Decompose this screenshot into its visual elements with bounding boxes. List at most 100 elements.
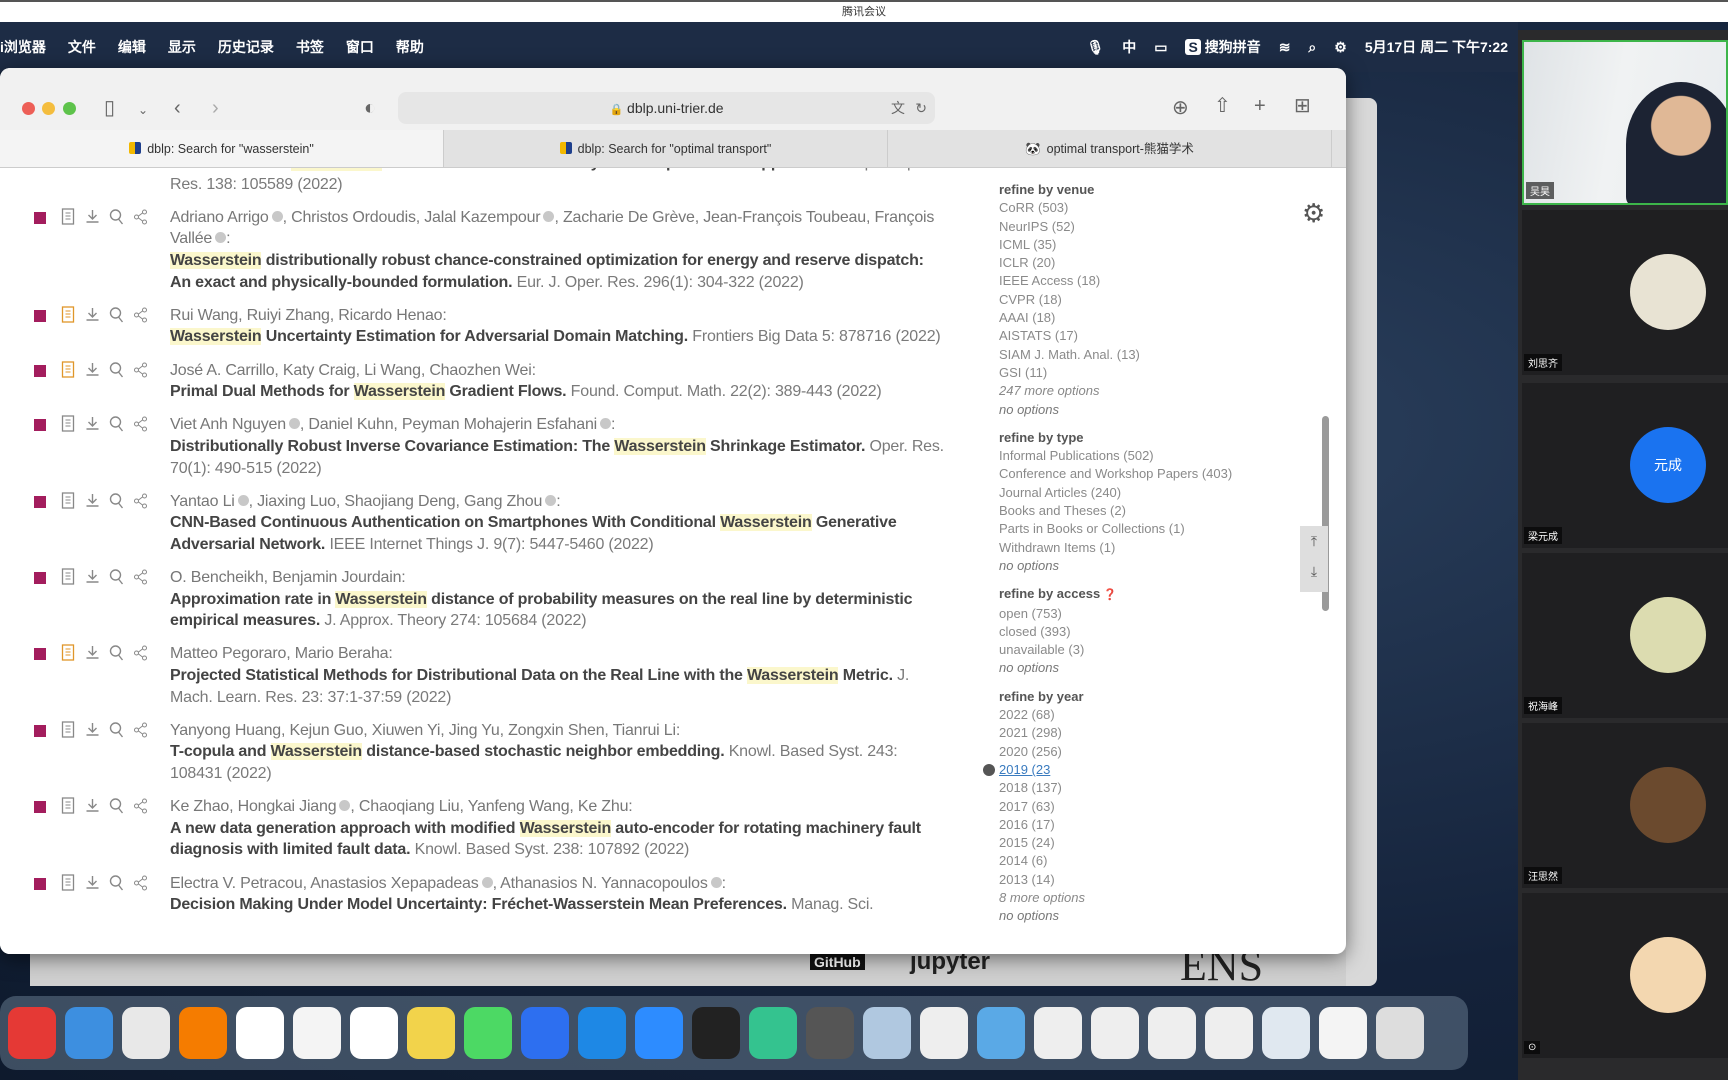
- participant-tile[interactable]: 元成 梁元成: [1522, 383, 1728, 548]
- cited-by-icon[interactable]: [108, 492, 125, 517]
- menu-view[interactable]: 显示: [168, 37, 196, 57]
- dock-app-icon[interactable]: [464, 1007, 512, 1059]
- dock-app-icon[interactable]: [1319, 1007, 1367, 1059]
- participant-tile[interactable]: 吴昊: [1522, 40, 1728, 205]
- author-link[interactable]: Yanfeng Wang: [468, 798, 570, 815]
- author-link[interactable]: Zongxin Shen: [508, 722, 605, 739]
- author-link[interactable]: Ruiyi Zhang: [247, 307, 330, 324]
- dock-app-icon[interactable]: [122, 1007, 170, 1059]
- share-icon[interactable]: [132, 208, 149, 233]
- entry-venue[interactable]: Frontiers Big Data 5: 878716 (2022): [692, 328, 940, 345]
- refine-option[interactable]: 2013 (14): [999, 871, 1232, 889]
- author-link[interactable]: Viet Anh Nguyen: [170, 416, 286, 433]
- menu-edit[interactable]: 编辑: [118, 37, 146, 57]
- cited-by-icon[interactable]: [108, 797, 125, 822]
- share-icon[interactable]: [132, 361, 149, 386]
- menu-file[interactable]: 文件: [68, 37, 96, 57]
- refine-option[interactable]: AAAI (18): [999, 309, 1232, 327]
- refine-option[interactable]: unavailable (3): [999, 641, 1232, 659]
- export-icon[interactable]: [84, 644, 101, 669]
- author-link[interactable]: Gang Zhou: [464, 493, 542, 510]
- dock-app-icon[interactable]: [521, 1007, 569, 1059]
- tab-panda-scholar[interactable]: 🐼 optimal transport-熊猫学术: [888, 130, 1332, 167]
- electronic-edition-icon[interactable]: [60, 360, 77, 386]
- translate-icon[interactable]: 文: [891, 92, 905, 124]
- author-link[interactable]: Katy Craig: [283, 362, 356, 379]
- dock-app-icon[interactable]: [350, 1007, 398, 1059]
- dock-app-icon[interactable]: [407, 1007, 455, 1059]
- export-icon[interactable]: [84, 492, 101, 517]
- refine-option[interactable]: 2021 (298): [999, 724, 1232, 742]
- orcid-icon[interactable]: [271, 210, 283, 222]
- author-link[interactable]: Peyman Mohajerin Esfahani: [402, 416, 597, 433]
- author-link[interactable]: Li Wang: [364, 362, 421, 379]
- export-icon[interactable]: [84, 306, 101, 331]
- author-link[interactable]: Yanyong Huang: [170, 722, 281, 739]
- microphone-icon[interactable]: 🎙: [1086, 39, 1104, 56]
- orcid-icon[interactable]: [710, 876, 722, 888]
- export-icon[interactable]: [84, 721, 101, 746]
- author-link[interactable]: Chaoqiang Liu: [359, 798, 460, 815]
- cited-by-icon[interactable]: [108, 208, 125, 233]
- clock[interactable]: 5月17日 周二 下午7:22: [1365, 37, 1508, 57]
- orcid-icon[interactable]: [288, 418, 300, 430]
- wifi-icon[interactable]: ≋: [1279, 39, 1291, 56]
- more-options-link[interactable]: 247 more options: [999, 382, 1232, 400]
- dock-app-icon[interactable]: [578, 1007, 626, 1059]
- author-link[interactable]: Daniel Kuhn: [308, 416, 393, 433]
- forward-button[interactable]: ›: [212, 98, 219, 118]
- author-link[interactable]: Electra V. Petracou: [170, 875, 303, 892]
- new-tab-button[interactable]: +: [1254, 96, 1266, 116]
- dock-app-icon[interactable]: [1205, 1007, 1253, 1059]
- share-icon[interactable]: [132, 568, 149, 593]
- orcid-icon[interactable]: [545, 494, 557, 506]
- menu-bookmarks[interactable]: 书签: [296, 37, 324, 57]
- electronic-edition-icon[interactable]: [60, 208, 77, 233]
- author-link[interactable]: Adriano Arrigo: [170, 209, 269, 226]
- cited-by-icon[interactable]: [108, 721, 125, 746]
- author-link[interactable]: O. Bencheikh: [170, 569, 264, 586]
- share-icon[interactable]: [132, 492, 149, 517]
- author-link[interactable]: Anastasios Xepapadeas: [310, 875, 479, 892]
- cited-by-icon[interactable]: [108, 644, 125, 669]
- privacy-shield-icon[interactable]: ◐: [364, 98, 376, 118]
- orcid-icon[interactable]: [543, 210, 555, 222]
- participant-tile[interactable]: 汪思然: [1522, 723, 1728, 888]
- refine-option[interactable]: Books and Theses (2): [999, 502, 1232, 520]
- refine-option[interactable]: ICLR (20): [999, 254, 1232, 272]
- dock-app-icon[interactable]: [293, 1007, 341, 1059]
- spotlight-search-icon[interactable]: ⌕: [1308, 39, 1316, 56]
- tab-overview-icon[interactable]: ⊞: [1294, 96, 1311, 116]
- author-link[interactable]: Kejun Guo: [289, 722, 363, 739]
- participant-tile[interactable]: 祝海峰: [1522, 553, 1728, 718]
- refine-option[interactable]: 2018 (137): [999, 779, 1232, 797]
- refine-option[interactable]: GSI (11): [999, 364, 1232, 382]
- chevron-down-icon[interactable]: ⌄: [138, 100, 148, 120]
- electronic-edition-icon[interactable]: [60, 644, 77, 669]
- back-button[interactable]: ‹: [174, 98, 181, 118]
- dock-app-icon[interactable]: [1034, 1007, 1082, 1059]
- battery-icon[interactable]: ▭: [1154, 39, 1167, 56]
- menu-app[interactable]: i浏览器: [0, 37, 46, 57]
- cited-by-icon[interactable]: [108, 361, 125, 386]
- electronic-edition-icon[interactable]: [60, 492, 77, 517]
- address-bar[interactable]: 🔒 dblp.uni-trier.de 文 ↻: [398, 92, 935, 124]
- dock-app-icon[interactable]: [1262, 1007, 1310, 1059]
- share-icon[interactable]: [132, 415, 149, 440]
- refine-option[interactable]: Withdrawn Items (1): [999, 539, 1232, 557]
- tab-wasserstein[interactable]: dblp: Search for "wasserstein": [0, 130, 444, 167]
- author-link[interactable]: Jean-François Toubeau: [703, 209, 866, 226]
- author-link[interactable]: José A. Carrillo: [170, 362, 275, 379]
- dock-app-icon[interactable]: [8, 1007, 56, 1059]
- entry-venue[interactable]: J. Approx. Theory 274: 105684 (2022): [324, 612, 586, 629]
- orcid-icon[interactable]: [481, 876, 493, 888]
- dock-app-icon[interactable]: [1376, 1007, 1424, 1059]
- share-icon[interactable]: [132, 644, 149, 669]
- author-link[interactable]: Yantao Li: [170, 493, 235, 510]
- refine-option[interactable]: 2017 (63): [999, 798, 1232, 816]
- refine-option[interactable]: 2020 (256): [999, 743, 1232, 761]
- entry-venue[interactable]: Knowl. Based Syst. 238: 107892 (2022): [415, 841, 690, 858]
- zoom-window-button[interactable]: [63, 102, 76, 115]
- author-link[interactable]: Ke Zhu: [578, 798, 629, 815]
- electronic-edition-icon[interactable]: [60, 306, 77, 331]
